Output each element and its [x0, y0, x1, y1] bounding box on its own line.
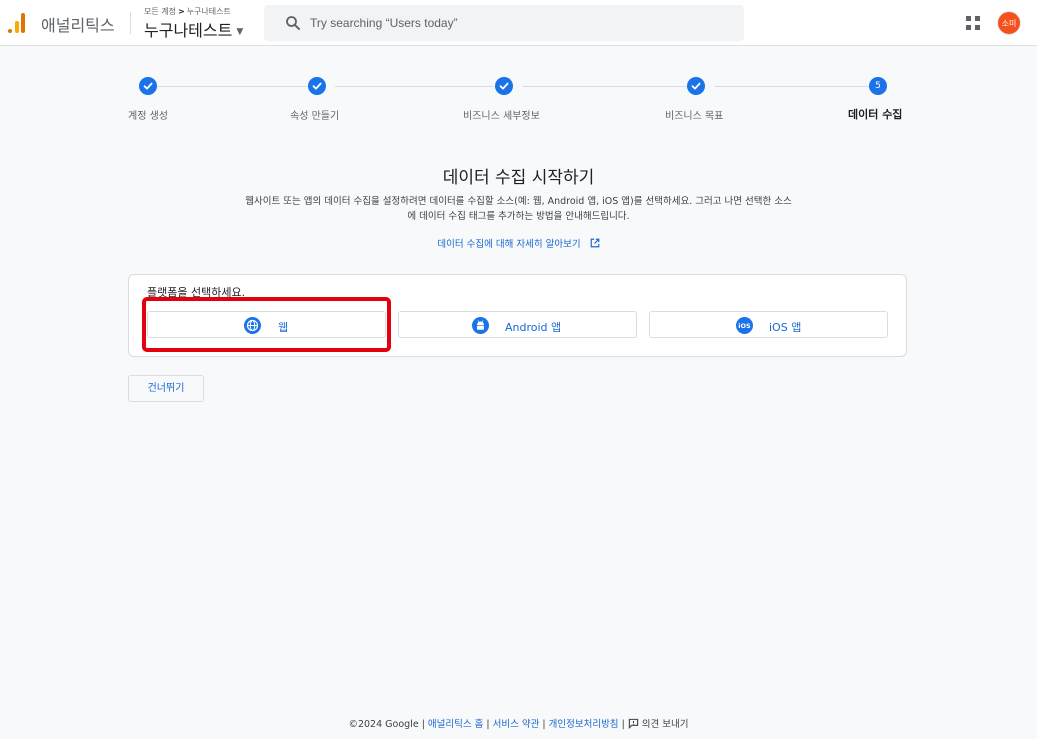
caret-down-icon: ▼	[236, 27, 244, 37]
platform-web-label: 웹	[278, 321, 289, 334]
step-2-check-icon	[308, 77, 326, 95]
breadcrumb-separator: >	[177, 7, 185, 16]
footer-separator: |	[618, 719, 628, 730]
footer-copyright: ©2024 Google	[348, 719, 419, 730]
step-connector	[715, 86, 869, 87]
svg-text:iOS: iOS	[738, 322, 751, 330]
property-name: 누구나테스트	[144, 21, 233, 40]
learn-more-link[interactable]: 데이터 수집에 대해 자세히 알아보기	[437, 239, 580, 250]
property-selector[interactable]: 누구나테스트 ▼	[144, 17, 243, 41]
step-5-number: 5	[869, 77, 887, 95]
step-4-check-icon	[687, 77, 705, 95]
breadcrumb-root: 모든 계정	[144, 7, 176, 16]
step-label-data-collection: 데이터 수집	[848, 108, 903, 121]
page-description: 웹사이트 또는 앱의 데이터 수집을 설정하려면 데이터를 수집할 소스(예: …	[210, 194, 827, 224]
step-label-business-details: 비즈니스 세부정보	[463, 111, 540, 122]
step-3-check-icon	[495, 77, 513, 95]
globe-icon	[244, 317, 261, 334]
footer-feedback-label: 의견 보내기	[641, 719, 689, 730]
platform-ios-label: iOS 앱	[769, 321, 802, 334]
platform-web-button[interactable]: 웹	[147, 311, 386, 338]
platform-ios-button[interactable]: iOS iOS 앱	[649, 311, 888, 338]
learn-more-link-wrap: 데이터 수집에 대해 자세히 알아보기	[0, 236, 1037, 250]
description-line: 에 데이터 수집 태그를 추가하는 방법을 안내해드립니다.	[407, 211, 630, 222]
description-line: 웹사이트 또는 앱의 데이터 수집을 설정하려면 데이터를 수집할 소스(예: …	[245, 196, 792, 207]
skip-button[interactable]: 건너뛰기	[128, 375, 204, 402]
footer-feedback-link[interactable]: 의견 보내기	[628, 718, 689, 730]
platform-android-label: Android 앱	[505, 321, 562, 334]
search-bar[interactable]	[264, 5, 744, 41]
footer: ©2024 Google | 애널리틱스 홈 | 서비스 약관 | 개인정보처리…	[0, 716, 1037, 730]
header-divider	[130, 12, 131, 34]
step-connector	[335, 86, 494, 87]
page-title: 데이터 수집 시작하기	[442, 168, 595, 188]
step-1-check-icon	[139, 77, 157, 95]
footer-privacy-link[interactable]: 개인정보처리방침	[549, 719, 619, 730]
apps-grid-icon[interactable]	[966, 16, 980, 30]
analytics-logo-icon[interactable]	[8, 13, 28, 33]
setup-stepper: 5 계정 생성 속성 만들기 비즈니스 세부정보 비즈니스 목표 데이터 수집	[128, 76, 908, 126]
footer-terms-link[interactable]: 서비스 약관	[493, 719, 540, 730]
step-connector	[523, 86, 687, 87]
step-connector	[157, 86, 325, 87]
ios-icon: iOS	[736, 317, 753, 334]
android-icon	[472, 317, 489, 334]
footer-separator: |	[483, 719, 493, 730]
top-app-bar: 애널리틱스 모든 계정>누구나테스트 누구나테스트▼ 소미	[0, 0, 1037, 46]
avatar[interactable]: 소미	[997, 11, 1021, 35]
search-icon	[286, 16, 300, 30]
platform-android-button[interactable]: Android 앱	[398, 311, 637, 338]
footer-separator: |	[418, 719, 428, 730]
platform-card: 플랫폼을 선택하세요. 웹 Android 앱 iOS iOS 앱	[128, 274, 907, 357]
platform-prompt: 플랫폼을 선택하세요.	[147, 286, 246, 299]
breadcrumb-account: 누구나테스트	[186, 7, 231, 16]
feedback-icon	[628, 718, 638, 729]
step-label-account: 계정 생성	[128, 111, 168, 122]
footer-home-link[interactable]: 애널리틱스 홈	[428, 719, 483, 730]
step-label-property: 속성 만들기	[290, 111, 340, 122]
footer-separator: |	[539, 719, 549, 730]
breadcrumb[interactable]: 모든 계정 > 누구나테스트	[144, 6, 231, 17]
step-label-business-goals: 비즈니스 목표	[665, 111, 724, 122]
open-in-new-icon[interactable]	[590, 238, 600, 248]
search-input[interactable]	[310, 13, 730, 33]
app-name[interactable]: 애널리틱스	[41, 12, 115, 36]
